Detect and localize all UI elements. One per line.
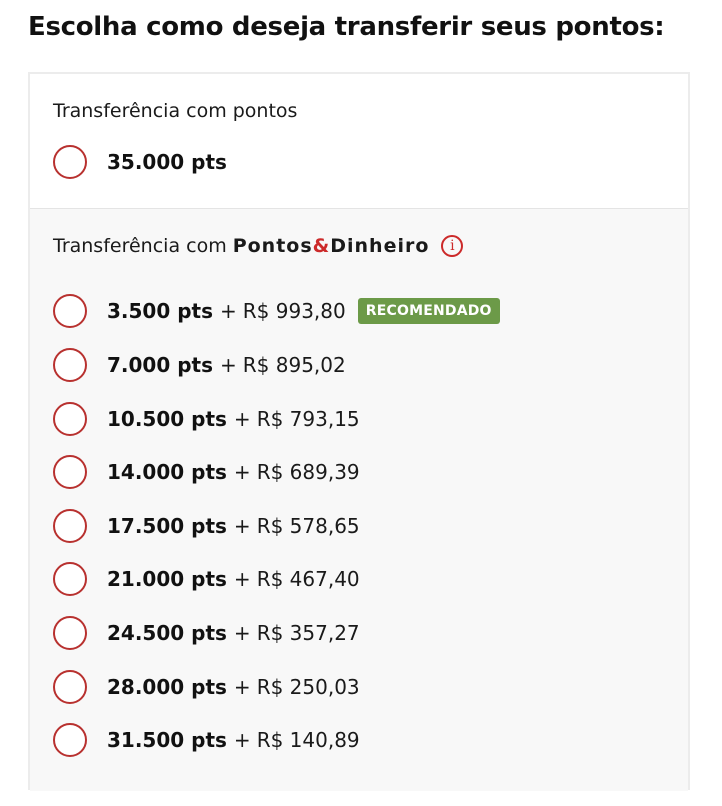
page-title: Escolha como deseja transferir seus pont… — [28, 12, 665, 42]
option-mixed-3[interactable]: 10.500 pts + R$ 793,15 — [53, 401, 360, 437]
option-money: R$ 140,89 — [256, 728, 360, 752]
option-points: 21.000 pts — [107, 567, 227, 591]
option-35000-pts[interactable]: 35.000 pts — [53, 144, 227, 180]
option-points: 10.500 pts — [107, 407, 227, 431]
option-points: 7.000 pts — [107, 353, 214, 377]
plus-sign: + — [233, 621, 251, 645]
brand-ampersand: & — [312, 235, 331, 257]
radio-button[interactable] — [53, 402, 87, 436]
option-points: 28.000 pts — [107, 675, 227, 699]
transfer-options-card: Transferência com pontos 35.000 pts Tran… — [28, 72, 690, 791]
option-label: 3.500 pts + R$ 993,80 RECOMENDADO — [107, 298, 500, 324]
option-points: 35.000 pts — [107, 150, 227, 174]
plus-sign: + — [233, 460, 251, 484]
plus-sign: + — [233, 407, 251, 431]
option-label: 14.000 pts + R$ 689,39 — [107, 460, 360, 484]
option-label: 17.500 pts + R$ 578,65 — [107, 514, 360, 538]
option-points: 24.500 pts — [107, 621, 227, 645]
radio-button[interactable] — [53, 670, 87, 704]
option-money: R$ 689,39 — [256, 460, 360, 484]
brand-name: Pontos&Dinheiro — [233, 235, 430, 257]
option-money: R$ 467,40 — [256, 567, 360, 591]
points-only-heading: Transferência com pontos — [53, 100, 298, 122]
option-label: 7.000 pts + R$ 895,02 — [107, 353, 346, 377]
points-and-money-section: Transferência com Pontos&Dinheiro i 3.50… — [30, 209, 688, 791]
option-mixed-1[interactable]: 3.500 pts + R$ 993,80 RECOMENDADO — [53, 293, 500, 329]
option-money: R$ 895,02 — [242, 353, 346, 377]
radio-button[interactable] — [53, 562, 87, 596]
option-points: 31.500 pts — [107, 728, 227, 752]
plus-sign: + — [233, 675, 251, 699]
option-mixed-6[interactable]: 21.000 pts + R$ 467,40 — [53, 561, 360, 597]
points-only-section: Transferência com pontos 35.000 pts — [30, 74, 688, 209]
option-mixed-5[interactable]: 17.500 pts + R$ 578,65 — [53, 508, 360, 544]
option-money: R$ 578,65 — [256, 514, 360, 538]
option-label: 21.000 pts + R$ 467,40 — [107, 567, 360, 591]
option-mixed-4[interactable]: 14.000 pts + R$ 689,39 — [53, 454, 360, 490]
radio-button[interactable] — [53, 509, 87, 543]
plus-sign: + — [220, 299, 237, 323]
heading-prefix: Transferência com — [53, 235, 227, 257]
brand-part2: Dinheiro — [330, 235, 430, 257]
plus-sign: + — [233, 728, 251, 752]
option-label: 31.500 pts + R$ 140,89 — [107, 728, 360, 752]
radio-button[interactable] — [53, 616, 87, 650]
points-and-money-heading: Transferência com Pontos&Dinheiro i — [53, 235, 464, 257]
option-points: 17.500 pts — [107, 514, 227, 538]
option-label: 35.000 pts — [107, 150, 227, 174]
plus-sign: + — [233, 567, 251, 591]
plus-sign: + — [220, 353, 237, 377]
option-points: 14.000 pts — [107, 460, 227, 484]
option-money: R$ 357,27 — [256, 621, 360, 645]
option-money: R$ 793,15 — [256, 407, 360, 431]
radio-button[interactable] — [53, 348, 87, 382]
radio-button[interactable] — [53, 294, 87, 328]
radio-button[interactable] — [53, 455, 87, 489]
option-mixed-9[interactable]: 31.500 pts + R$ 140,89 — [53, 722, 360, 758]
option-money: R$ 993,80 — [242, 299, 346, 323]
option-label: 10.500 pts + R$ 793,15 — [107, 407, 360, 431]
info-icon[interactable]: i — [441, 235, 464, 257]
option-mixed-2[interactable]: 7.000 pts + R$ 895,02 — [53, 347, 346, 383]
radio-button[interactable] — [53, 145, 87, 179]
option-label: 24.500 pts + R$ 357,27 — [107, 621, 360, 645]
option-label: 28.000 pts + R$ 250,03 — [107, 675, 360, 699]
option-money: R$ 250,03 — [256, 675, 360, 699]
recommended-badge: RECOMENDADO — [357, 298, 500, 324]
plus-sign: + — [233, 514, 251, 538]
page: Escolha como deseja transferir seus pont… — [0, 0, 722, 806]
brand-part1: Pontos — [232, 235, 313, 257]
option-points: 3.500 pts — [107, 299, 214, 323]
option-mixed-7[interactable]: 24.500 pts + R$ 357,27 — [53, 615, 360, 651]
radio-button[interactable] — [53, 723, 87, 757]
option-mixed-8[interactable]: 28.000 pts + R$ 250,03 — [53, 669, 360, 705]
